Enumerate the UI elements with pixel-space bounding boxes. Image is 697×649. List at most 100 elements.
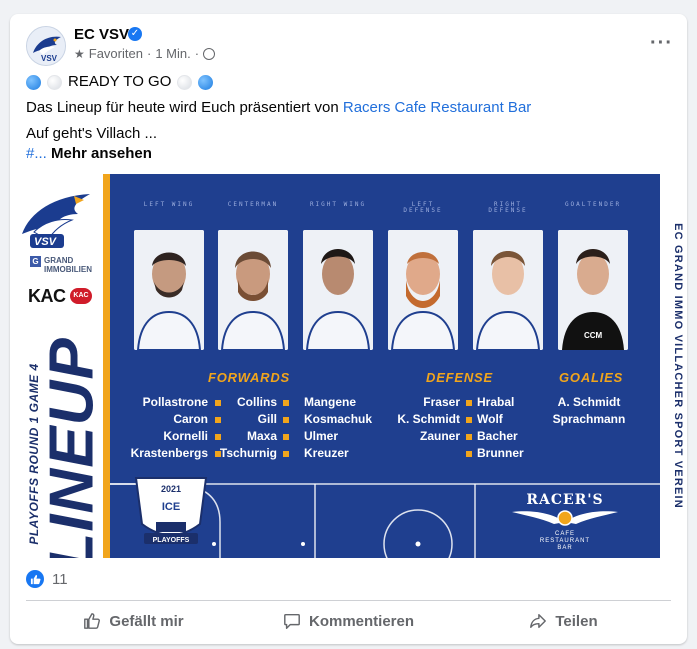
verified-badge-icon: ✓ — [128, 27, 142, 41]
position-caption: GOALTENDER — [564, 201, 622, 208]
goalies-column: A. Schmidt Sprachmann — [550, 394, 628, 428]
position-caption: LEFT WING — [143, 201, 195, 208]
club-full-name: EC GRAND IMMO VILLACHER SPORT VEREIN — [672, 223, 684, 509]
player-name: Hrabal — [477, 395, 515, 409]
trophy-year: 2021 — [161, 484, 181, 494]
bullet-marker — [283, 417, 289, 423]
bullet-marker — [283, 400, 289, 406]
bullet-marker — [283, 434, 289, 440]
svg-text:CCM: CCM — [584, 331, 603, 340]
public-globe-icon — [203, 47, 216, 60]
page-avatar[interactable]: VSV — [26, 26, 66, 66]
share-button[interactable]: Teilen — [456, 604, 671, 638]
thumbs-up-icon — [84, 613, 101, 629]
audience-label[interactable]: Favoriten — [89, 46, 143, 61]
ice-logo-text: ICE — [162, 501, 180, 513]
player-name: Maxa — [246, 429, 277, 443]
post-text-line2: Das Lineup für heute wird Euch präsentie… — [26, 98, 531, 118]
player-photo — [218, 230, 288, 350]
player-name: Sprachmann — [552, 412, 626, 426]
page-name[interactable]: EC VSV — [74, 26, 129, 43]
bullet-marker — [283, 451, 289, 457]
blue-circle-emoji-icon — [26, 74, 41, 90]
player-name: Bacher — [477, 429, 518, 443]
bullet-marker — [466, 451, 472, 457]
forwards-column-3: Mangene Kosmachuk Ulmer Kreuzer — [304, 394, 372, 462]
post-text-line4: #... Mehr ansehen — [26, 144, 152, 164]
player-photo — [134, 230, 204, 350]
forwards-heading: FORWARDS — [208, 370, 290, 385]
player-name: Krastenbergs — [130, 446, 208, 460]
vsv-logo-icon: VSV — [20, 190, 94, 257]
like-button[interactable]: Gefällt mir — [26, 604, 241, 638]
post-card: VSV EC VSV ✓ ★ Favoriten · 1 Min. · ··· … — [10, 14, 687, 644]
trophy-label: PLAYOFFS — [153, 537, 190, 544]
player-photo: CCM — [558, 230, 628, 350]
white-circle-emoji-icon — [47, 74, 62, 90]
blue-circle-emoji-icon — [198, 74, 214, 90]
player-name: Zauner — [419, 429, 460, 443]
bullet-marker — [466, 434, 472, 440]
comment-button[interactable]: Kommentieren — [241, 604, 456, 638]
position-caption: RIGHT WING — [309, 201, 367, 208]
sponsor-page-link[interactable]: Racers Cafe Restaurant Bar — [343, 99, 531, 116]
meta-separator: · — [194, 46, 200, 61]
like-reaction-icon — [26, 570, 44, 588]
bullet-marker — [215, 451, 221, 457]
racers-wings-icon — [512, 510, 618, 526]
position-caption: CENTERMAN — [227, 201, 279, 208]
post-options-button[interactable]: ··· — [650, 32, 673, 55]
reactions-summary[interactable]: 11 — [26, 570, 68, 588]
post-text-line1: READY TO GO — [26, 72, 214, 92]
goalies-heading: GOALIES — [559, 370, 624, 385]
kac-logo-text: KAC — [28, 286, 66, 306]
defense-column-2: Hrabal Wolf Bacher Brunner — [477, 394, 524, 462]
player-name: Wolf — [477, 412, 503, 426]
sponsor-intro-text: Das Lineup für heute wird Euch präsentie… — [26, 99, 339, 116]
svg-text:VSV: VSV — [41, 54, 58, 63]
comment-bubble-icon — [284, 613, 300, 629]
player-name: Gill — [257, 412, 277, 426]
defense-column-1: Fraser K. Schmidt Zauner — [397, 394, 460, 445]
position-caption: LEFT DEFENSE — [403, 201, 443, 214]
see-more-link[interactable]: Mehr ansehen — [51, 145, 152, 162]
racers-logo: RACER'S CAFE RESTAURANT BAR — [510, 492, 620, 552]
forwards-column-2: Collins Gill Maxa Tschurnig — [220, 394, 277, 462]
player-photo — [303, 230, 373, 350]
player-name: Ulmer — [304, 429, 339, 443]
player-name: Caron — [173, 412, 208, 426]
player-name: Pollastrone — [142, 395, 208, 409]
post-meta: ★ Favoriten · 1 Min. · — [74, 46, 216, 61]
defense-heading: DEFENSE — [426, 370, 494, 385]
meta-separator: · — [146, 46, 152, 61]
lineup-graphic[interactable]: VSV G GRAND IMMOBILIEN KAC KAC PLAYOFFS R… — [10, 174, 687, 558]
post-text-line3: Auf geht's Villach ... — [26, 125, 157, 142]
favorites-star-icon: ★ — [74, 46, 85, 61]
player-photo — [473, 230, 543, 350]
bullet-marker — [466, 417, 472, 423]
bullet-marker — [215, 434, 221, 440]
player-photo — [388, 230, 458, 350]
player-name: K. Schmidt — [397, 412, 460, 426]
player-name: A. Schmidt — [557, 395, 621, 409]
bullet-marker — [215, 417, 221, 423]
comment-label: Kommentieren — [308, 612, 415, 630]
post-time[interactable]: 1 Min. — [155, 46, 190, 61]
kac-badge-icon: KAC — [70, 288, 92, 304]
player-name: Brunner — [477, 446, 524, 460]
ready-text: READY TO GO — [68, 73, 172, 90]
forwards-column-1: Pollastrone Caron Kornelli Krastenbergs — [131, 394, 208, 462]
racers-name: RACER'S — [526, 492, 604, 508]
white-circle-emoji-icon — [177, 74, 193, 90]
player-name: Mangene — [304, 395, 357, 409]
player-name: Tschurnig — [219, 446, 277, 460]
grand-logo-text: GRAND IMMOBILIEN — [44, 256, 92, 274]
post-actions-bar: Gefällt mir Kommentieren Teilen — [26, 604, 671, 638]
player-name: Fraser — [423, 395, 460, 409]
racers-subtitle: CAFE RESTAURANT BAR — [539, 531, 591, 551]
reaction-count[interactable]: 11 — [52, 571, 68, 588]
like-label: Gefällt mir — [109, 612, 184, 630]
grand-immobilien-logo: G GRAND IMMOBILIEN — [30, 256, 92, 274]
hashtag-link[interactable]: #... — [26, 145, 47, 162]
player-name: Kosmachuk — [304, 412, 373, 426]
